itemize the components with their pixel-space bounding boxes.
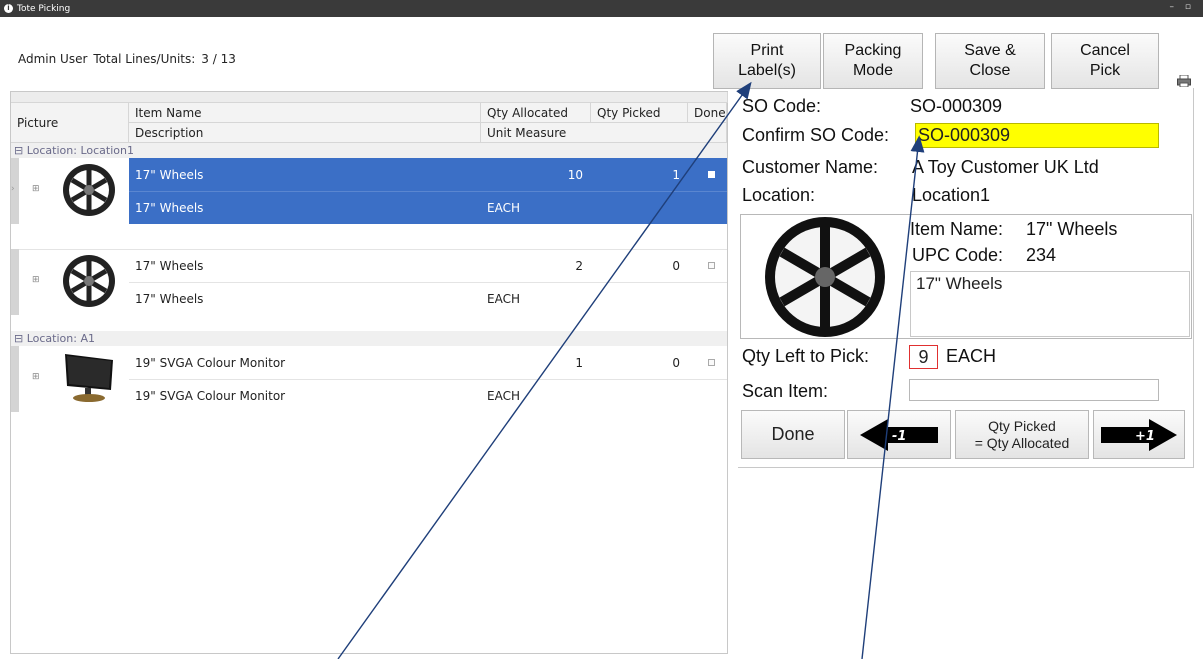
row3-description[interactable]: 19" SVGA Colour Monitor xyxy=(129,379,481,412)
wheel-picture xyxy=(63,255,115,307)
row2-qty-picked[interactable]: 0 xyxy=(591,249,688,282)
col-header-qty-allocated[interactable]: Qty Allocated xyxy=(481,103,591,123)
grid-top-strip xyxy=(11,92,728,103)
col-header-picture[interactable]: Picture xyxy=(11,103,129,143)
row2-qty-allocated[interactable]: 2 xyxy=(481,249,591,282)
expand-icon[interactable]: ⊞ xyxy=(32,372,40,382)
col-header-description[interactable]: Description xyxy=(129,123,481,143)
row-indicator xyxy=(11,249,19,315)
arrow-right-icon: +1 xyxy=(1101,418,1177,451)
status-line: Admin User Total Lines/Units: 3 / 13 xyxy=(18,52,242,66)
scan-item-label: Scan Item: xyxy=(742,381,829,401)
cancel-pick-button[interactable]: Cancel Pick xyxy=(1051,33,1159,89)
row2-unit[interactable]: EACH xyxy=(481,282,727,315)
confirm-so-input[interactable]: SO-000309 xyxy=(915,123,1159,148)
row2-description[interactable]: 17" Wheels xyxy=(129,282,481,315)
totals-value: 3 / 13 xyxy=(201,52,236,66)
monitor-picture xyxy=(65,354,113,402)
row1-done-checkbox[interactable] xyxy=(708,171,715,178)
group-row-location1[interactable]: ⊟ Location: Location1 xyxy=(11,143,727,158)
so-code-value: SO-000309 xyxy=(910,96,1003,116)
so-code-label: SO Code: xyxy=(742,96,822,116)
save-close-button[interactable]: Save & Close xyxy=(935,33,1045,89)
current-row-arrow-icon: › xyxy=(11,184,15,194)
wheel-picture xyxy=(63,164,115,216)
minus-one-button[interactable]: -1 xyxy=(847,410,951,459)
totals-label: Total Lines/Units: xyxy=(93,52,196,66)
col-header-done[interactable]: Done xyxy=(688,103,727,123)
title-bar: i Tote Picking – ▫ xyxy=(0,0,1203,17)
expand-icon[interactable]: ⊞ xyxy=(32,275,40,285)
qty-left-label: Qty Left to Pick: xyxy=(742,346,870,366)
window-controls[interactable]: – ▫ xyxy=(1170,2,1195,12)
group-label: Location: Location1 xyxy=(26,144,134,157)
arrow-left-icon: -1 xyxy=(860,418,938,451)
user-name: Admin User xyxy=(18,52,88,66)
scan-item-input[interactable] xyxy=(909,379,1159,401)
upc-value: 234 xyxy=(1026,245,1057,265)
row3-item-name[interactable]: 19" SVGA Colour Monitor xyxy=(129,346,481,379)
row-indicator xyxy=(11,346,19,412)
plus-one-button[interactable]: +1 xyxy=(1093,410,1185,459)
location-value: Location1 xyxy=(912,185,991,205)
item-name-label: Item Name: xyxy=(910,219,1004,239)
plus-one-label: +1 xyxy=(1135,429,1155,444)
item-picture xyxy=(765,217,885,337)
group-row-a1[interactable]: ⊟ Location: A1 xyxy=(11,331,727,346)
done-button[interactable]: Done xyxy=(741,410,845,459)
minus-one-label: -1 xyxy=(892,429,906,444)
customer-value: A Toy Customer UK Ltd xyxy=(912,157,1099,177)
col-header-qty-picked[interactable]: Qty Picked xyxy=(591,103,688,123)
row1-qty-allocated[interactable]: 10 xyxy=(481,158,591,191)
row1-unit[interactable]: EACH xyxy=(481,191,727,224)
row3-done-checkbox[interactable] xyxy=(708,359,715,366)
row1-description[interactable]: 17" Wheels xyxy=(129,191,481,224)
qty-left-unit: EACH xyxy=(946,346,997,366)
qty-picked-equals-allocated-button[interactable]: Qty Picked = Qty Allocated xyxy=(955,410,1089,459)
printer-icon[interactable] xyxy=(1177,75,1191,87)
qty-left-value: 9 xyxy=(909,345,938,369)
col-header-unit-measure[interactable]: Unit Measure xyxy=(481,123,727,143)
confirm-so-label: Confirm SO Code: xyxy=(742,125,890,145)
row3-unit[interactable]: EACH xyxy=(481,379,727,412)
packing-mode-button[interactable]: Packing Mode xyxy=(823,33,923,89)
row1-done-cell xyxy=(688,158,727,191)
row1-item-name[interactable]: 17" Wheels xyxy=(129,158,481,191)
row2-done-checkbox[interactable] xyxy=(708,262,715,269)
upc-label: UPC Code: xyxy=(912,245,1004,265)
picking-grid: Picture Item Name Description Qty Alloca… xyxy=(10,91,728,654)
row3-qty-picked[interactable]: 0 xyxy=(591,346,688,379)
group-label: Location: A1 xyxy=(26,332,95,345)
location-label: Location: xyxy=(742,185,816,205)
customer-label: Customer Name: xyxy=(742,157,879,177)
item-name-value: 17" Wheels xyxy=(1026,219,1118,239)
col-header-item-name[interactable]: Item Name xyxy=(129,103,481,123)
row1-qty-picked[interactable]: 1 xyxy=(591,158,688,191)
window-title: Tote Picking xyxy=(17,3,71,14)
row3-qty-allocated[interactable]: 1 xyxy=(481,346,591,379)
print-labels-button[interactable]: Print Label(s) xyxy=(713,33,821,89)
row2-item-name[interactable]: 17" Wheels xyxy=(129,249,481,282)
expand-icon[interactable]: ⊞ xyxy=(32,184,40,194)
app-icon: i xyxy=(4,4,13,13)
item-description-box[interactable]: 17" Wheels xyxy=(910,271,1190,337)
